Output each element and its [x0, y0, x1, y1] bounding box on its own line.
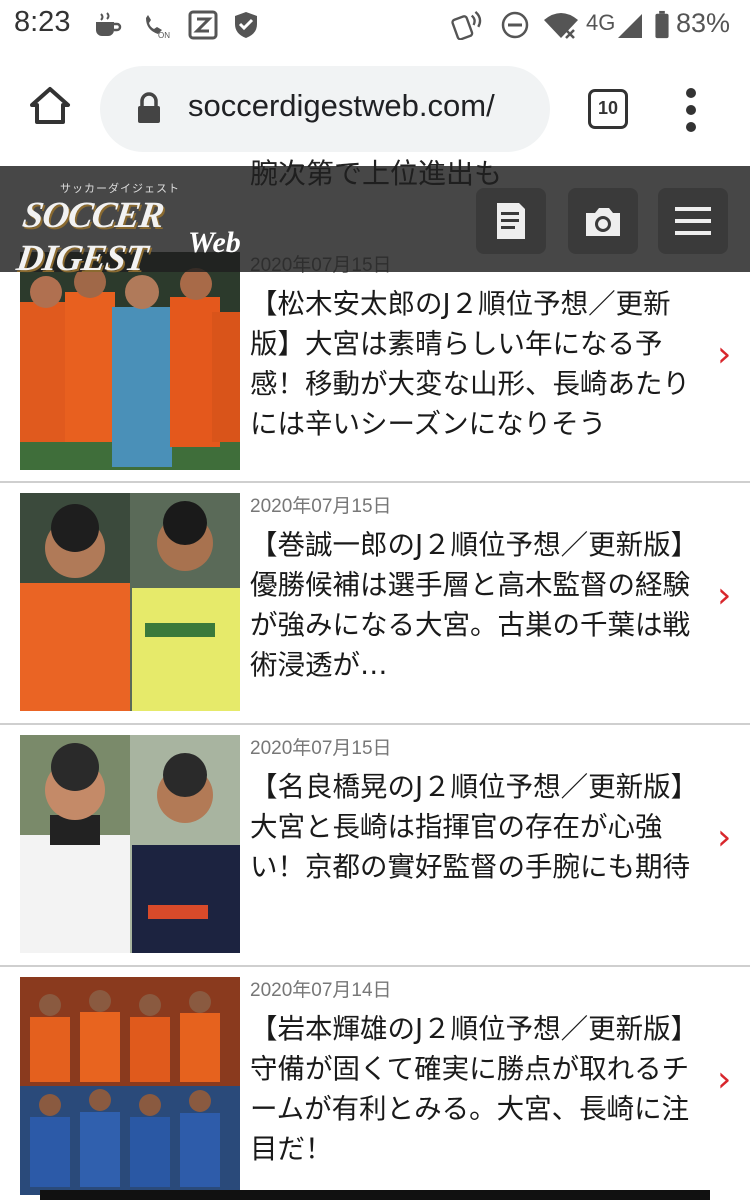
news-list-button[interactable] — [476, 188, 546, 254]
chevron-right-icon: › — [717, 334, 732, 375]
article-date: 2020年07月15日 — [250, 496, 392, 517]
status-time: 8:23 — [14, 6, 71, 38]
chevron-right-icon: › — [717, 575, 732, 616]
url-bar[interactable]: soccerdigestweb.com/ — [100, 66, 550, 152]
menu-icon — [675, 207, 711, 235]
do-not-disturb-icon — [501, 11, 529, 39]
home-icon[interactable] — [28, 84, 72, 128]
shield-icon — [235, 12, 257, 38]
z-app-icon — [188, 10, 218, 40]
article-headline: 【岩本輝雄のJ２順位予想／更新版】守備が固くて確実に勝点が取れるチームが有利とみ… — [250, 1013, 699, 1165]
hamburger-menu-button[interactable] — [658, 188, 728, 254]
article-date: 2020年07月15日 — [250, 738, 392, 759]
lock-icon — [138, 92, 160, 123]
camera-icon — [586, 208, 620, 236]
status-bar: 8:23 ON 4G 83% — [0, 0, 750, 52]
article-item[interactable]: 2020年07月14日 【岩本輝雄のJ２順位予想／更新版】守備が固くて確実に勝点… — [0, 967, 750, 1200]
article-headline: 【巻誠一郎のJ２順位予想／更新版】優勝候補は選手層と高木監督の経験が強みになる大… — [250, 529, 699, 681]
article-headline: 【名良橋晃のJ２順位予想／更新版】大宮と長崎は指揮官の存在が心強い！京都の實好監… — [250, 771, 699, 883]
tab-switcher-button[interactable]: 10 — [588, 89, 628, 129]
battery-percent: 83% — [676, 8, 731, 38]
chevron-right-icon: › — [717, 1059, 732, 1100]
site-logo[interactable]: サッカーダイジェスト SOCCER DIGEST Web — [14, 176, 256, 279]
bottom-banner — [40, 1190, 710, 1200]
url-text: soccerdigestweb.com/ — [188, 88, 495, 123]
coffee-icon — [96, 12, 122, 36]
logo-web: Web — [188, 226, 241, 259]
article-thumbnail — [20, 735, 240, 953]
article-item[interactable]: 2020年07月15日 【巻誠一郎のJ２順位予想／更新版】優勝候補は選手層と高木… — [0, 483, 750, 725]
battery-icon — [655, 10, 669, 39]
document-icon — [497, 203, 525, 239]
article-thumbnail — [20, 977, 240, 1195]
nfc-icon — [451, 10, 482, 40]
site-header: サッカーダイジェスト SOCCER DIGEST Web — [0, 166, 750, 279]
browser-toolbar: soccerdigestweb.com/ 10 — [0, 52, 750, 168]
wifi-icon — [544, 13, 578, 39]
article-date: 2020年07月14日 — [250, 980, 392, 1001]
article-thumbnail — [20, 493, 240, 711]
photo-gallery-button[interactable] — [568, 188, 638, 254]
overflow-menu-icon[interactable] — [682, 88, 700, 134]
article-item[interactable]: 2020年07月15日 【名良橋晃のJ２順位予想／更新版】大宮と長崎は指揮官の存… — [0, 725, 750, 967]
signal-icon — [618, 14, 642, 38]
call-on-icon: ON — [146, 15, 170, 40]
article-thumbnail — [20, 252, 240, 470]
chevron-right-icon: › — [717, 817, 732, 858]
article-headline: 【松木安太郎のJ２順位予想／更新版】大宮は素晴らしい年になる予感！移動が大変な山… — [250, 288, 690, 440]
network-type: 4G — [586, 10, 616, 35]
svg-text:ON: ON — [158, 31, 170, 40]
